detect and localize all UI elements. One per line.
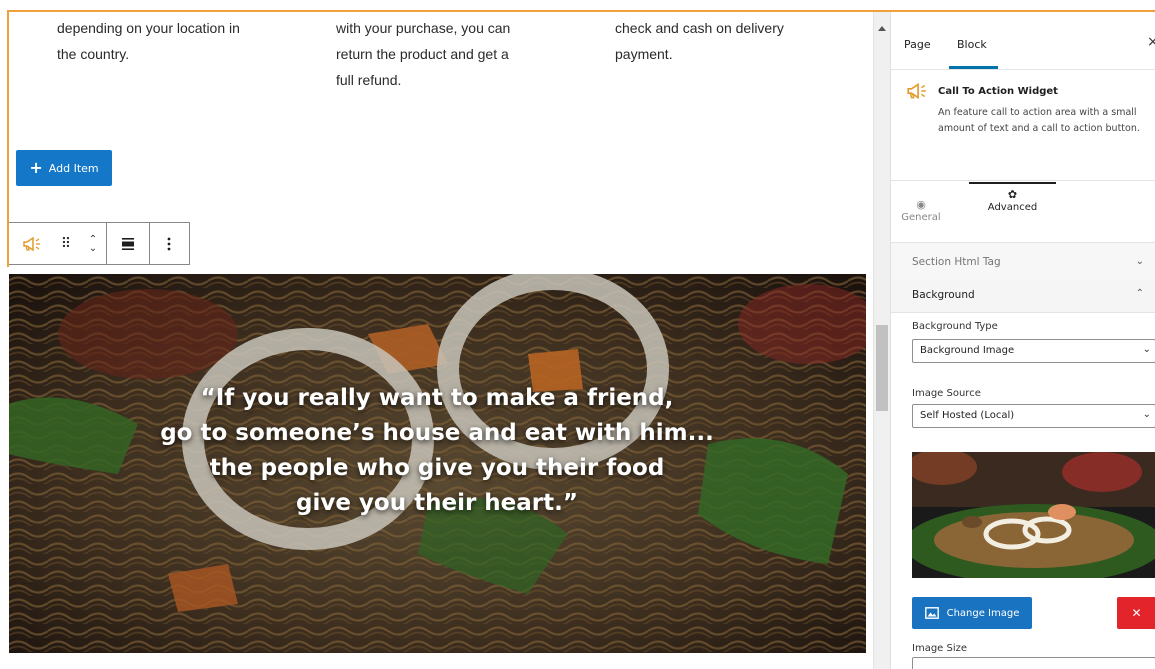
image-icon <box>924 607 939 619</box>
quote-line: the people who give you their food <box>209 455 665 481</box>
chevron-down-icon: ⌄ <box>1135 256 1144 267</box>
chevron-down-icon: ⌄ <box>1142 409 1151 420</box>
feature-column-1: depending on your location in the countr… <box>57 15 267 67</box>
plus-icon: + <box>29 158 43 177</box>
block-description: An feature call to action area with a sm… <box>938 107 1140 134</box>
panel-background[interactable]: Background ⌃ <box>891 279 1155 313</box>
align-icon[interactable] <box>121 237 135 251</box>
panel-title: Background <box>912 289 975 301</box>
tab-general-label: General <box>901 212 941 223</box>
block-toolbar: ⠿ ⌃ ⌄ <box>9 222 190 265</box>
image-source-value: Self Hosted (Local) <box>920 410 1015 421</box>
feature-column-2: with your purchase, you can return the p… <box>336 15 551 93</box>
close-icon: ✕ <box>1131 606 1142 620</box>
quote-line: “If you really want to make a friend, <box>200 385 674 411</box>
tab-page[interactable]: Page <box>904 38 931 51</box>
change-image-button[interactable]: Change Image <box>912 597 1032 629</box>
remove-image-button[interactable]: ✕ <box>1117 597 1155 629</box>
feature-text-line: payment. <box>615 46 673 62</box>
settings-sidebar: Page Block × Call To Action Widget An fe… <box>890 12 1155 669</box>
megaphone-icon <box>906 82 928 104</box>
panel-title: Section Html Tag <box>912 256 1001 268</box>
editor-scrollbar[interactable] <box>873 12 891 669</box>
more-options-icon[interactable] <box>167 237 171 251</box>
block-toolbar-group: ⠿ ⌃ ⌄ <box>9 223 108 264</box>
panel-section-html-tag[interactable]: Section Html Tag ⌄ <box>891 243 1155 280</box>
move-up-down-icon[interactable]: ⌃ ⌄ <box>89 234 97 253</box>
block-title: Call To Action Widget <box>938 86 1058 97</box>
background-type-label: Background Type <box>912 321 998 332</box>
active-tab-indicator <box>949 66 998 69</box>
chevron-down-icon: ⌄ <box>1142 344 1151 355</box>
scrollbar-thumb[interactable] <box>876 325 888 411</box>
sidebar-tabs: Page Block × <box>891 12 1155 70</box>
tab-block[interactable]: Block <box>957 38 987 51</box>
image-source-select[interactable]: Self Hosted (Local) ⌄ <box>912 404 1155 428</box>
background-type-select[interactable]: Background Image ⌄ <box>912 339 1155 363</box>
drag-handle-icon[interactable]: ⠿ <box>61 236 71 252</box>
scroll-up-icon[interactable] <box>878 26 886 31</box>
feature-text-line: full refund. <box>336 72 402 88</box>
quote-line: go to someone’s house and eat with him..… <box>160 420 714 446</box>
chevron-up-icon: ⌃ <box>1135 288 1144 299</box>
tab-advanced-label: Advanced <box>987 202 1038 213</box>
image-size-label: Image Size <box>912 643 968 654</box>
settings-tabs: ◉ General ✿ Advanced <box>891 180 1155 243</box>
feature-column-3: check and cash on delivery payment. <box>615 15 830 67</box>
megaphone-icon[interactable] <box>22 236 42 252</box>
editor-window: depending on your location in the countr… <box>0 0 1155 669</box>
image-source-label: Image Source <box>912 388 981 399</box>
block-card: Call To Action Widget An feature call to… <box>891 70 1155 181</box>
quote-line: give you their heart.” <box>295 490 578 516</box>
change-image-label: Change Image <box>946 607 1020 619</box>
palette-icon: ◉ <box>916 198 926 211</box>
feature-text-line: check and cash on delivery <box>615 20 784 36</box>
block-toolbar-group <box>107 223 150 264</box>
cta-quote[interactable]: “If you really want to make a friend, go… <box>9 381 866 521</box>
block-toolbar-group <box>150 223 189 264</box>
background-type-value: Background Image <box>920 345 1015 356</box>
add-item-button[interactable]: + Add Item <box>16 150 112 186</box>
gear-icon: ✿ <box>1007 188 1018 201</box>
call-to-action-background[interactable]: “If you really want to make a friend, go… <box>9 274 866 653</box>
tab-general[interactable]: ◉ General <box>901 194 941 223</box>
feature-text-line: the country. <box>57 46 130 62</box>
feature-text-line: depending on your location in <box>57 20 240 36</box>
image-size-select[interactable] <box>912 657 1155 669</box>
feature-text-line: with your purchase, you can <box>336 20 511 36</box>
add-item-label: Add Item <box>48 161 99 175</box>
editor-canvas: depending on your location in the countr… <box>9 12 873 669</box>
close-icon[interactable]: × <box>1147 34 1155 50</box>
feature-text-line: return the product and get a <box>336 46 509 62</box>
tab-advanced[interactable]: ✿ Advanced <box>969 182 1056 228</box>
image-preview <box>912 452 1155 578</box>
